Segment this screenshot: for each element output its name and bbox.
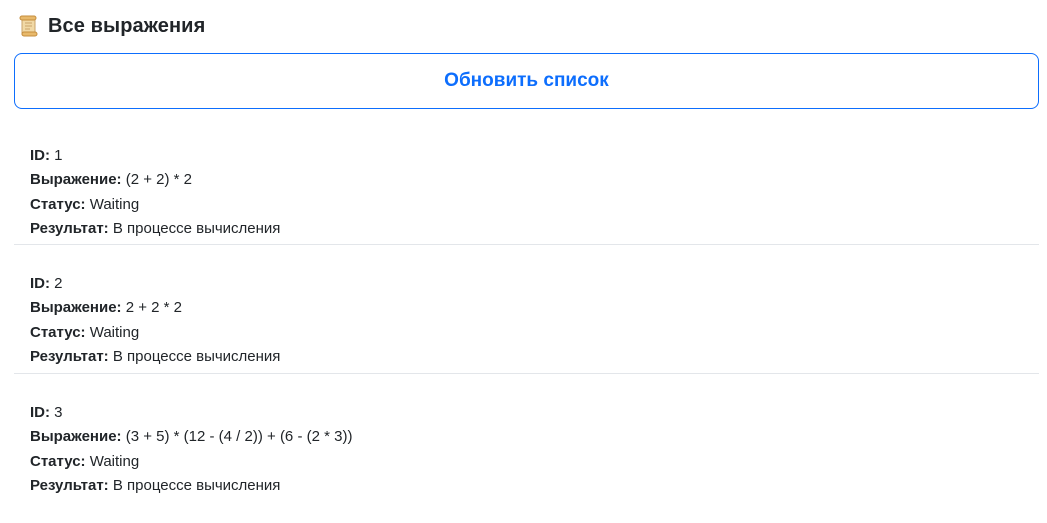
expression-row: Выражение: (3 + 5) * (12 - (4 / 2)) + (6… — [30, 425, 1023, 449]
status-value: Waiting — [89, 452, 140, 470]
status-value: Waiting — [89, 323, 140, 341]
result-value: В процессе вычисления — [112, 476, 281, 494]
result-label: Результат: — [30, 476, 109, 494]
expression-value: (3 + 5) * (12 - (4 / 2)) + (6 - (2 * 3)) — [125, 428, 353, 446]
result-value: В процессе вычисления — [112, 219, 281, 237]
section-header: Все выражения — [14, 0, 1039, 52]
expression-label: Выражение: — [30, 428, 122, 446]
status-row: Статус: Waiting — [30, 193, 1023, 217]
status-label: Статус: — [30, 323, 86, 341]
id-label: ID: — [30, 404, 50, 421]
list-item: ID: 1 Выражение: (2 + 2) * 2 Статус: Wai… — [14, 130, 1039, 245]
id-row: ID: 1 — [30, 144, 1023, 168]
list-item: ID: 2 Выражение: 2 + 2 * 2 Статус: Waiti… — [14, 245, 1039, 374]
result-value: В процессе вычисления — [112, 347, 281, 365]
page: Все выражения Обновить список ID: 1 Выра… — [0, 0, 1047, 523]
id-row: ID: 2 — [30, 272, 1023, 296]
id-value: 2 — [54, 275, 63, 292]
status-label: Статус: — [30, 452, 86, 470]
id-label: ID: — [30, 275, 50, 292]
expressions-list: ID: 1 Выражение: (2 + 2) * 2 Статус: Wai… — [14, 130, 1039, 503]
id-label: ID: — [30, 147, 50, 164]
result-row: Результат: В процессе вычисления — [30, 217, 1023, 241]
expression-value: 2 + 2 * 2 — [125, 299, 183, 317]
expression-row: Выражение: 2 + 2 * 2 — [30, 296, 1023, 320]
status-row: Статус: Waiting — [30, 450, 1023, 474]
result-row: Результат: В процессе вычисления — [30, 345, 1023, 369]
id-value: 3 — [54, 404, 63, 421]
status-row: Статус: Waiting — [30, 321, 1023, 345]
result-label: Результат: — [30, 219, 109, 237]
expression-value: (2 + 2) * 2 — [125, 171, 193, 189]
page-title: Все выражения — [48, 14, 206, 37]
scroll-icon — [18, 14, 40, 38]
result-row: Результат: В процессе вычисления — [30, 474, 1023, 498]
list-item: ID: 3 Выражение: (3 + 5) * (12 - (4 / 2)… — [14, 374, 1039, 503]
status-label: Статус: — [30, 195, 86, 213]
id-value: 1 — [54, 147, 63, 164]
expression-label: Выражение: — [30, 299, 122, 317]
refresh-list-button[interactable]: Обновить список — [14, 53, 1039, 109]
result-label: Результат: — [30, 347, 109, 365]
status-value: Waiting — [89, 195, 140, 213]
expression-label: Выражение: — [30, 171, 122, 189]
id-row: ID: 3 — [30, 401, 1023, 425]
expression-row: Выражение: (2 + 2) * 2 — [30, 168, 1023, 192]
